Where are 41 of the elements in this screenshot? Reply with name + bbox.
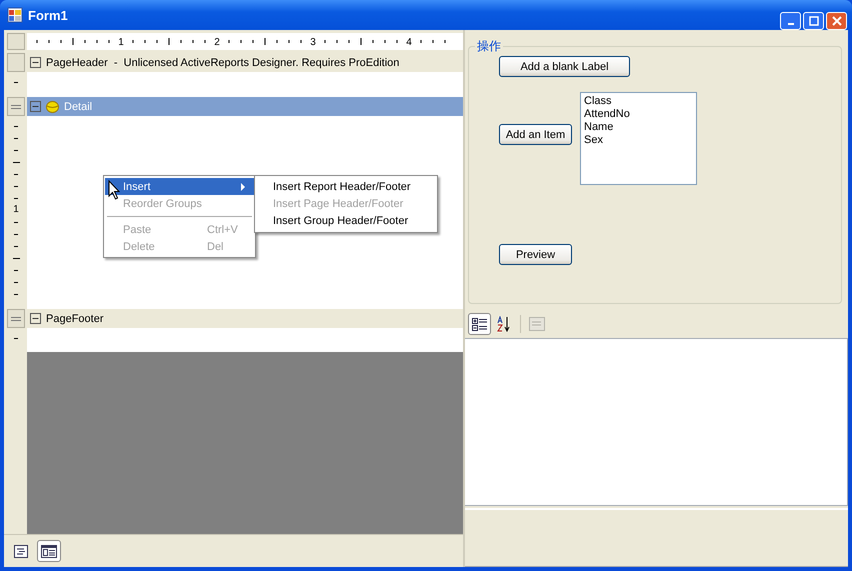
minimize-button[interactable] <box>780 12 801 30</box>
list-item[interactable]: AttendNo <box>584 108 693 121</box>
window-title: Form1 <box>28 8 68 22</box>
maximize-button[interactable] <box>803 12 824 30</box>
list-box[interactable]: Class AttendNo Name Sex <box>580 92 697 185</box>
categorized-button[interactable] <box>468 313 491 335</box>
section-caption: PageFooter <box>46 312 104 324</box>
maximize-icon <box>808 16 818 26</box>
horizontal-ruler: 1 2 3 4 <box>26 33 463 50</box>
collapse-icon[interactable] <box>30 57 41 68</box>
close-button[interactable] <box>826 12 847 30</box>
preview-button[interactable]: Preview <box>499 244 572 265</box>
mouse-pointer-icon <box>108 180 121 200</box>
form-icon <box>7 7 23 23</box>
sort-az-icon <box>497 316 511 332</box>
menu-item[interactable]: Insert <box>105 178 254 195</box>
ruler-corner <box>7 33 25 50</box>
document-icon <box>14 544 28 558</box>
splitter-grip-icon[interactable] <box>11 314 21 322</box>
section-caption: PageHeader - Unlicensed ActiveReports Designer. Requires ProEdition <box>46 56 400 68</box>
layout-icon <box>41 544 57 558</box>
add-label-button[interactable]: Add a blank Label <box>499 56 630 77</box>
list-item[interactable]: Class <box>584 95 693 108</box>
section-gutter <box>7 53 25 72</box>
categorized-icon <box>471 316 488 332</box>
splitter-grip-icon[interactable] <box>11 102 21 110</box>
menu-item[interactable]: Insert Report Header/Footer <box>255 178 437 195</box>
collapse-icon[interactable] <box>30 313 41 324</box>
minimize-icon <box>788 23 794 25</box>
group-title: 操作 <box>476 38 502 55</box>
section-caption: Detail <box>64 100 92 112</box>
menu-item[interactable]: Insert Group Header/Footer <box>255 212 437 229</box>
database-icon <box>46 100 59 113</box>
list-item[interactable]: Sex <box>584 134 693 147</box>
close-icon <box>832 16 842 26</box>
designer-view-button[interactable] <box>37 540 61 562</box>
collapse-icon[interactable] <box>30 101 41 112</box>
add-item-button[interactable]: Add an Item <box>499 124 572 145</box>
property-pages-icon <box>529 317 545 331</box>
list-item[interactable]: Name <box>584 121 693 134</box>
ruler-number: 1 <box>13 204 19 216</box>
